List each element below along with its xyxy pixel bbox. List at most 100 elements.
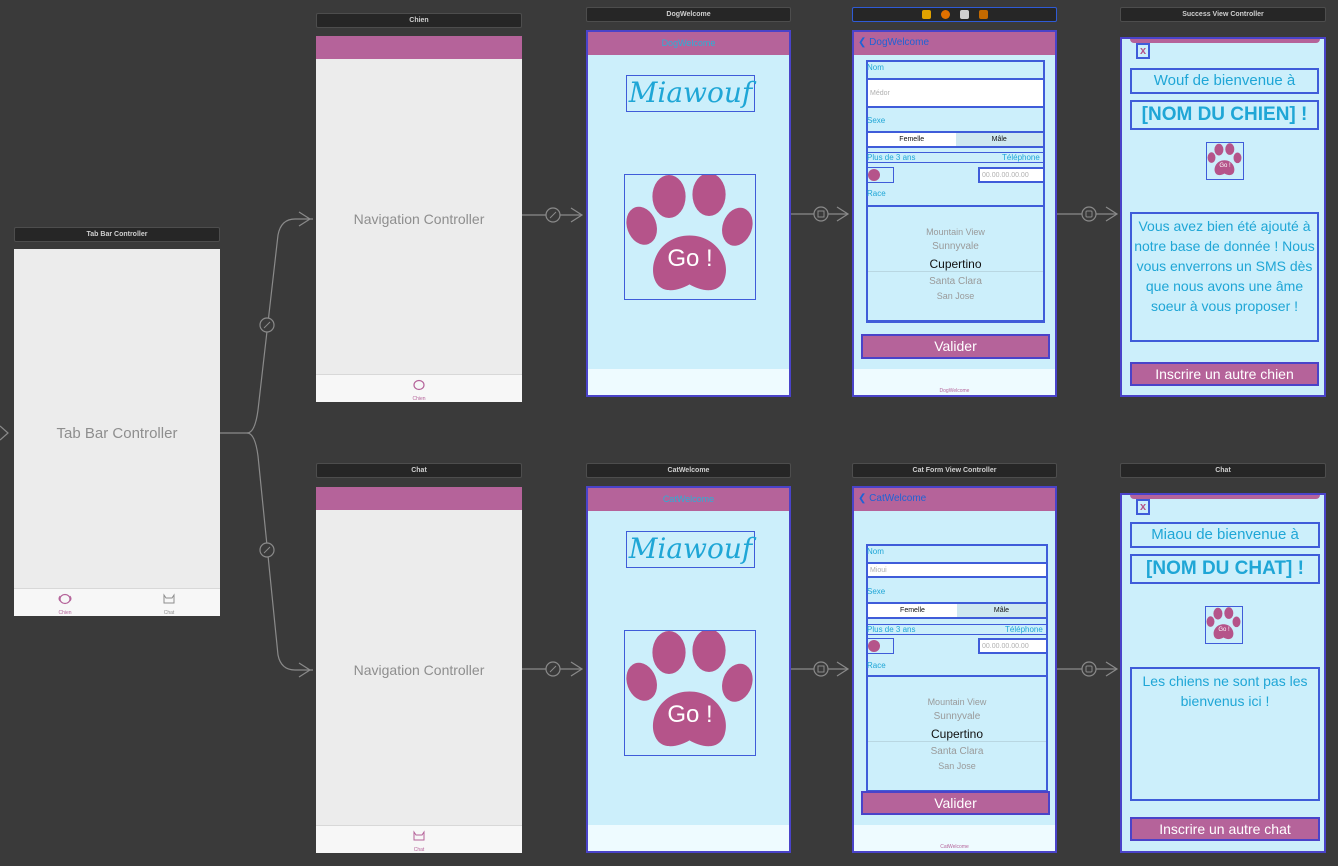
picker-item[interactable]: Mountain View bbox=[868, 227, 1043, 237]
navigation-bar: CatWelcome bbox=[588, 488, 789, 511]
back-button[interactable]: ❮ CatWelcome bbox=[858, 493, 926, 504]
dog-form-titlebar[interactable] bbox=[852, 7, 1057, 22]
success-cat-scene[interactable]: x Miaou de bienvenue à [NOM DU CHAT] ! G… bbox=[1120, 493, 1326, 853]
close-button[interactable]: x bbox=[1136, 43, 1150, 59]
logo-label: Miawouf bbox=[626, 531, 755, 568]
paw-icon bbox=[626, 629, 753, 747]
tabbar-controller-scene[interactable]: Tab Bar Controller Chien Chat bbox=[14, 249, 220, 616]
go-label: Go ! bbox=[667, 245, 713, 272]
tab-chat-label: Chat bbox=[163, 610, 175, 616]
message-label: Les chiens ne sont pas les bienvenus ici… bbox=[1130, 667, 1320, 801]
cat-form-titlebar[interactable]: Cat Form View Controller bbox=[852, 463, 1057, 478]
segment-male[interactable]: Mâle bbox=[957, 604, 1046, 617]
success-cat-titlebar[interactable]: Chat bbox=[1120, 463, 1326, 478]
exit-icon[interactable] bbox=[959, 10, 969, 19]
race-picker[interactable]: Mountain View Sunnyvale Cupertino Santa … bbox=[866, 675, 1048, 792]
picker-item[interactable]: Santa Clara bbox=[868, 276, 1043, 287]
picker-item-selected[interactable]: Cupertino bbox=[868, 257, 1043, 272]
picker-item[interactable]: Sunnyvale bbox=[868, 711, 1046, 722]
close-icon: x bbox=[1139, 501, 1147, 513]
age-switch[interactable] bbox=[866, 167, 894, 183]
tab-chat[interactable]: Chat bbox=[138, 592, 200, 616]
paw-image: Go ! bbox=[1206, 142, 1244, 180]
success-dog-titlebar[interactable]: Success View Controller bbox=[1120, 7, 1326, 22]
nav-chat-scene[interactable]: Navigation Controller Chat bbox=[316, 487, 522, 853]
paw-icon bbox=[626, 173, 753, 291]
first-responder-icon[interactable] bbox=[940, 10, 950, 19]
dog-form-scene[interactable]: ❮ DogWelcome Nom Médor Sexe Femelle Mâle… bbox=[852, 30, 1057, 397]
message-label: Vous avez bien été ajouté à notre base d… bbox=[1130, 212, 1319, 342]
tabbar-controller-titlebar[interactable]: Tab Bar Controller bbox=[14, 227, 220, 242]
phone-field[interactable]: 00.00.00.00.00 bbox=[978, 638, 1048, 654]
scene-label: Navigation Controller bbox=[353, 211, 485, 227]
go-button[interactable]: Go ! bbox=[624, 173, 756, 300]
navigation-bar: ❮ DogWelcome bbox=[854, 32, 1055, 55]
picker-item[interactable]: Sunnyvale bbox=[868, 241, 1043, 252]
nom-label: Nom bbox=[867, 547, 884, 556]
age-label: Plus de 3 ans bbox=[867, 625, 916, 634]
bottom-label: DogWelcome bbox=[939, 388, 970, 394]
nom-field[interactable]: Mioui bbox=[866, 562, 1048, 578]
bottom-label: CatWelcome bbox=[940, 844, 969, 850]
welcome-text: Wouf de bienvenue à bbox=[1153, 72, 1296, 89]
nav-chien-titlebar[interactable]: Chien bbox=[316, 13, 522, 28]
nom-field[interactable]: Médor bbox=[866, 78, 1045, 108]
tab-chien[interactable]: Chien bbox=[34, 592, 96, 616]
race-picker[interactable]: Mountain View Sunnyvale Cupertino Santa … bbox=[866, 205, 1045, 323]
back-button[interactable]: ❮ DogWelcome bbox=[858, 37, 929, 48]
validate-button[interactable]: Valider bbox=[861, 334, 1050, 359]
back-label: CatWelcome bbox=[869, 493, 927, 504]
navigation-bar bbox=[316, 487, 522, 510]
dog-welcome-scene[interactable]: DogWelcome Miawouf Go ! bbox=[586, 30, 791, 397]
segment-male[interactable]: Mâle bbox=[955, 133, 1043, 146]
picker-item[interactable]: Santa Clara bbox=[868, 746, 1046, 757]
cat-welcome-scene[interactable]: CatWelcome Miawouf Go ! bbox=[586, 486, 791, 853]
scene-label: Navigation Controller bbox=[353, 662, 485, 678]
dog-icon bbox=[58, 593, 72, 605]
segment-femelle[interactable]: Femelle bbox=[868, 133, 956, 146]
switch-knob bbox=[868, 640, 880, 652]
close-button[interactable]: x bbox=[1136, 499, 1150, 515]
paw-icon bbox=[1207, 143, 1242, 176]
nav-chat-titlebar[interactable]: Chat bbox=[316, 463, 522, 478]
sexe-segmented-control[interactable]: Femelle Mâle bbox=[866, 602, 1048, 619]
success-dog-scene[interactable]: x Wouf de bienvenue à [NOM DU CHIEN] ! G… bbox=[1120, 37, 1326, 397]
nav-title: CatWelcome bbox=[662, 494, 715, 504]
logo-text: Miawouf bbox=[628, 532, 753, 565]
bottom-bar bbox=[588, 825, 789, 851]
cat-welcome-titlebar[interactable]: CatWelcome bbox=[586, 463, 791, 478]
dog-welcome-titlebar[interactable]: DogWelcome bbox=[586, 7, 791, 22]
tab-bar: Chat bbox=[316, 825, 522, 853]
validate-button[interactable]: Valider bbox=[861, 791, 1050, 815]
picker-item[interactable]: Mountain View bbox=[868, 697, 1046, 707]
nav-chien-scene[interactable]: Navigation Controller Chien bbox=[316, 36, 522, 402]
pet-name-text: [NOM DU CHAT] ! bbox=[1146, 558, 1304, 579]
cat-form-scene[interactable]: ❮ CatWelcome Nom Mioui Sexe Femelle Mâle… bbox=[852, 486, 1057, 853]
view-controller-icon[interactable] bbox=[921, 10, 931, 19]
welcome-label: Miaou de bienvenue à bbox=[1130, 522, 1320, 548]
tab-chien[interactable]: Chien bbox=[388, 378, 450, 402]
age-label: Plus de 3 ans bbox=[867, 153, 916, 162]
phone-label: Téléphone bbox=[1005, 625, 1043, 634]
phone-field[interactable]: 00.00.00.00.00 bbox=[978, 167, 1045, 183]
nav-title: DogWelcome bbox=[661, 38, 716, 48]
picker-item[interactable]: San Jose bbox=[868, 291, 1043, 301]
bottom-bar bbox=[588, 369, 789, 395]
tab-chat[interactable]: Chat bbox=[388, 829, 450, 853]
bottom-bar: DogWelcome bbox=[854, 369, 1055, 395]
pet-name-label: [NOM DU CHIEN] ! bbox=[1130, 100, 1319, 130]
tab-chien-label: Chien bbox=[412, 396, 426, 402]
picker-item[interactable]: San Jose bbox=[868, 761, 1046, 771]
register-another-button[interactable]: Inscrire un autre chien bbox=[1130, 362, 1319, 386]
paw-icon bbox=[1206, 607, 1241, 640]
register-another-button[interactable]: Inscrire un autre chat bbox=[1130, 817, 1320, 841]
storyboard-reference-icon[interactable] bbox=[978, 10, 988, 19]
logo-text: Miawouf bbox=[628, 76, 753, 109]
chevron-left-icon: ❮ bbox=[858, 37, 867, 48]
picker-item-selected[interactable]: Cupertino bbox=[868, 727, 1046, 742]
go-button[interactable]: Go ! bbox=[624, 629, 756, 756]
age-switch[interactable] bbox=[866, 638, 894, 654]
sexe-segmented-control[interactable]: Femelle Mâle bbox=[866, 131, 1045, 148]
cat-icon bbox=[163, 593, 175, 604]
segment-femelle[interactable]: Femelle bbox=[868, 604, 957, 617]
